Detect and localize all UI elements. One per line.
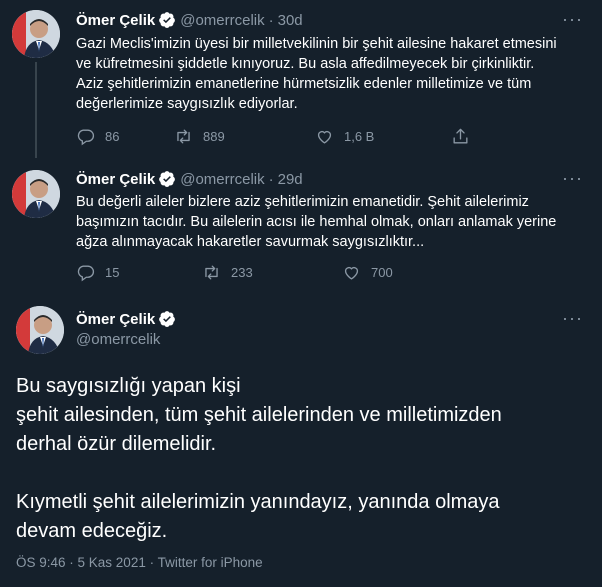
- tweet-header: Ömer Çelik @omerrcelik · 30d: [76, 11, 303, 29]
- retweet-button[interactable]: 889: [174, 127, 225, 146]
- reply-icon: [77, 128, 95, 145]
- timestamp[interactable]: 30d: [278, 12, 303, 29]
- verified-badge-icon: [158, 310, 176, 328]
- thread-line: [35, 62, 37, 158]
- tweet-actions: 15 233 700: [76, 261, 576, 283]
- more-options-icon[interactable]: ···: [562, 169, 582, 193]
- tweet-text: Bu saygısızlığı yapan kişi şehit ailesin…: [16, 372, 502, 546]
- tweet-actions: 86 889 1,6 B: [76, 125, 576, 147]
- timestamp[interactable]: 29d: [278, 171, 303, 188]
- like-button[interactable]: 1,6 B: [315, 127, 374, 146]
- avatar[interactable]: [12, 10, 60, 58]
- more-options-icon[interactable]: ···: [562, 10, 582, 34]
- tweet-line: [16, 459, 502, 488]
- verified-badge-icon: [158, 11, 176, 29]
- tweet-text: Bu değerli aileler bizlere aziz şehitler…: [76, 192, 556, 252]
- like-count: 1,6 B: [344, 128, 375, 144]
- like-icon: [317, 130, 332, 144]
- tweet-line: Aziz şehitlerimizin emanetlerine hürmets…: [76, 76, 532, 92]
- tweet-text: Gazi Meclis'imizin üyesi bir milletvekil…: [76, 34, 557, 114]
- like-icon: [344, 266, 359, 280]
- tweet-line: şehit ailesinden, tüm şehit ailelerinden…: [16, 404, 502, 426]
- share-button[interactable]: [451, 127, 480, 146]
- tweet-meta[interactable]: ÖS 9:46 · 5 Kas 2021 · Twitter for iPhon…: [16, 555, 263, 570]
- tweet-line: Kıymetli şehit ailelerimizin yanındayız,…: [16, 491, 500, 513]
- reply-icon: [77, 264, 95, 281]
- reply-button[interactable]: 86: [76, 127, 119, 146]
- like-count: 700: [371, 264, 393, 280]
- separator: ·: [268, 170, 274, 188]
- like-button[interactable]: 700: [342, 263, 393, 282]
- avatar[interactable]: [16, 306, 64, 354]
- tweet-line: başımızın tacıdır. Bu ailelerin acısı il…: [76, 214, 557, 230]
- author-name-row: Ömer Çelik: [76, 310, 180, 328]
- tweet-line: değerlerimize saygısızlık ediyorlar.: [76, 96, 298, 112]
- tweet-line: devam edeceğiz.: [16, 520, 168, 542]
- tweet-line: Bu değerli aileler bizlere aziz şehitler…: [76, 194, 529, 210]
- retweet-count: 889: [203, 128, 225, 144]
- author-name[interactable]: Ömer Çelik: [76, 12, 155, 29]
- author-handle[interactable]: @omerrcelik: [76, 331, 160, 348]
- author-name[interactable]: Ömer Çelik: [76, 171, 155, 188]
- tweet-line: Gazi Meclis'imizin üyesi bir milletvekil…: [76, 36, 557, 52]
- retweet-button[interactable]: 233: [202, 263, 253, 282]
- retweet-icon: [205, 264, 218, 280]
- verified-badge-icon: [158, 170, 176, 188]
- author-handle[interactable]: @omerrcelik: [180, 12, 264, 29]
- reply-count: 15: [105, 264, 120, 280]
- reply-button[interactable]: 15: [76, 263, 119, 282]
- tweet-line: derhal özür dilemelidir.: [16, 433, 217, 455]
- author-name[interactable]: Ömer Çelik: [76, 311, 155, 328]
- retweet-count: 233: [231, 264, 253, 280]
- tweet-line: ağza alınmayacak hakaretler savurmak say…: [76, 234, 425, 250]
- more-options-icon[interactable]: ···: [562, 309, 582, 333]
- tweet-line: Bu saygısızlığı yapan kişi: [16, 375, 241, 397]
- tweet-header: Ömer Çelik @omerrcelik · 29d: [76, 170, 303, 188]
- author-handle[interactable]: @omerrcelik: [180, 171, 264, 188]
- tweet-line: ve küfretmesini şiddetle kınıyoruz. Bu a…: [76, 56, 535, 72]
- main-tweet: Ömer Çelik @omerrcelik ··· Bu saygısızlı…: [0, 290, 602, 587]
- reply-count: 86: [105, 128, 120, 144]
- avatar[interactable]: [12, 170, 60, 218]
- retweet-icon: [177, 128, 190, 144]
- share-icon: [453, 128, 468, 144]
- separator: ·: [268, 11, 274, 29]
